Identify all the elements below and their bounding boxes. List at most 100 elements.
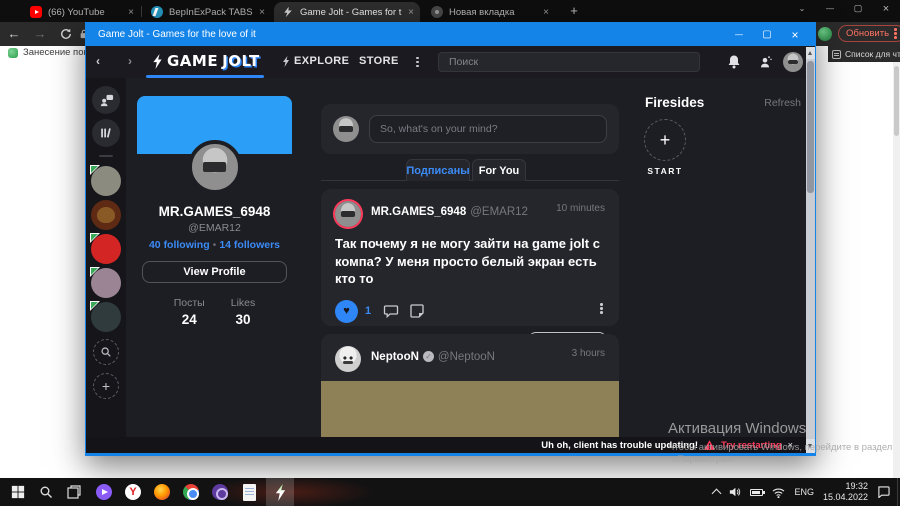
browser-tab-gamejolt[interactable]: Game Jolt - Games for the love o × <box>274 2 420 22</box>
like-button[interactable]: ♥ <box>335 299 358 323</box>
taskbar-clock[interactable]: 19:32 15.04.2022 <box>823 481 868 503</box>
feed-post: MR.GAMES_6948 @EMAR12 10 minutes Так поче… <box>321 189 619 354</box>
browser-minimize-button[interactable]: — <box>816 4 844 13</box>
tab-close-icon[interactable]: × <box>259 7 265 18</box>
taskbar-app-button[interactable] <box>206 478 234 506</box>
gj-close-button[interactable]: × <box>781 28 809 42</box>
reading-list-label: Список для чтения <box>845 49 900 59</box>
post-composer <box>321 104 619 154</box>
unread-corner-badge <box>90 165 100 175</box>
scrollbar-thumb[interactable] <box>807 61 814 193</box>
volume-icon[interactable] <box>729 486 741 498</box>
action-center-icon[interactable] <box>877 486 890 498</box>
window-scrollbar[interactable] <box>806 47 815 453</box>
app-forward-button[interactable]: › <box>128 54 132 68</box>
dot-separator: • <box>212 239 217 251</box>
post-author-avatar[interactable] <box>335 201 361 227</box>
sidebar-community-avatar[interactable] <box>90 301 121 332</box>
app-search-input[interactable] <box>438 52 700 72</box>
update-button-label: Обновить <box>846 28 890 39</box>
gamejolt-window-titlebar[interactable]: Game Jolt - Games for the love of it — ▢… <box>86 23 815 46</box>
browser-update-button[interactable]: Обновить <box>838 25 900 42</box>
try-restarting-link[interactable]: Try restarting <box>721 440 782 451</box>
sidebar-add-icon[interactable]: + <box>93 373 119 399</box>
tab-following[interactable]: Подписаны <box>406 159 470 181</box>
browser-maximize-button[interactable]: ▢ <box>844 3 872 14</box>
tab-close-icon[interactable]: × <box>543 7 549 18</box>
taskbar-gamejolt-button[interactable] <box>266 478 294 506</box>
browser-close-button[interactable]: × <box>872 3 900 15</box>
kebab-menu-icon[interactable] <box>894 27 897 41</box>
browser-window-controls: ⌄ — ▢ × <box>788 0 900 17</box>
tab-close-icon[interactable]: × <box>408 7 414 18</box>
tray-expand-icon[interactable] <box>711 488 722 499</box>
firesides-refresh-link[interactable]: Refresh <box>764 97 801 109</box>
user-avatar[interactable] <box>783 52 803 72</box>
post-kebab-menu-icon[interactable] <box>600 302 603 316</box>
sidebar-search-icon[interactable] <box>93 339 119 365</box>
taskbar-yandex-browser-button[interactable]: Y <box>119 478 147 506</box>
comment-icon[interactable] <box>383 303 399 319</box>
nav-explore[interactable]: EXPLORE <box>282 55 349 67</box>
tab-for-you[interactable]: For You <box>472 159 526 181</box>
friends-icon[interactable] <box>757 54 773 70</box>
reload-icon[interactable] <box>56 22 76 46</box>
tab-search-chevron-icon[interactable]: ⌄ <box>788 4 816 13</box>
sidebar-community-avatar[interactable] <box>90 165 121 196</box>
composer-avatar <box>333 116 359 142</box>
nav-store[interactable]: STORE <box>359 55 399 67</box>
forward-button[interactable]: → <box>30 22 50 46</box>
post-image[interactable] <box>321 381 619 438</box>
taskbar-chrome-button[interactable] <box>177 478 205 506</box>
tab-title: (66) YouTube <box>48 6 105 18</box>
sidebar-library-icon[interactable] <box>92 119 120 147</box>
scroll-up-arrow[interactable] <box>806 47 815 59</box>
sticker-icon[interactable] <box>409 303 425 319</box>
notifications-bell-icon[interactable] <box>726 54 742 70</box>
sidebar-community-avatar[interactable] <box>90 233 121 264</box>
browser-tab-youtube[interactable]: (66) YouTube × <box>22 2 140 22</box>
composer-input[interactable] <box>369 115 607 143</box>
start-fireside-button[interactable]: + <box>644 119 686 161</box>
browser-tab-thunderstore[interactable]: BepInExPack TABS | Thunderstor × <box>143 2 271 22</box>
network-icon[interactable] <box>772 487 785 498</box>
windows-logo-icon <box>11 485 25 499</box>
start-button[interactable] <box>4 478 32 506</box>
task-view-button[interactable] <box>60 478 88 506</box>
following-count-link[interactable]: 40 following <box>149 239 210 251</box>
logo-text-game: GAME <box>167 52 219 70</box>
sidebar-chat-icon[interactable] <box>92 86 120 114</box>
browser-tab-new[interactable]: Новая вкладка × <box>423 2 555 22</box>
notification-close-icon[interactable]: × <box>788 440 793 450</box>
post-text: Так почему я не могу зайти на game jolt … <box>335 236 600 287</box>
taskbar-search-button[interactable] <box>32 478 60 506</box>
gj-minimize-button[interactable]: — <box>725 30 753 39</box>
battery-icon[interactable] <box>750 488 766 496</box>
post-author-avatar[interactable] <box>335 346 361 372</box>
app-back-button[interactable]: ‹ <box>96 54 100 68</box>
post-author-name[interactable]: NeptooN <box>371 351 419 363</box>
client-update-notification: Uh oh, client has trouble updating! Try … <box>86 437 815 453</box>
followers-count-link[interactable]: 14 followers <box>219 239 280 251</box>
page-scrollbar[interactable] <box>893 62 900 478</box>
profile-avatar[interactable] <box>187 140 242 194</box>
sidebar-community-avatar[interactable] <box>90 267 121 298</box>
back-button[interactable]: ← <box>4 22 24 46</box>
gamejolt-logo[interactable]: GAME JOLT <box>152 52 260 70</box>
taskbar-document-button[interactable] <box>235 478 263 506</box>
reading-list-button[interactable]: Список для чтения <box>828 46 900 62</box>
heart-icon: ♥ <box>343 305 350 318</box>
taskbar-firefox-button[interactable] <box>148 478 176 506</box>
post-author-name[interactable]: MR.GAMES_6948 <box>371 206 466 218</box>
language-indicator[interactable]: ENG <box>794 487 814 497</box>
scroll-down-arrow[interactable] <box>806 439 815 453</box>
taskbar-alice-button[interactable] <box>90 478 118 506</box>
header-kebab-menu-icon[interactable] <box>416 55 419 69</box>
view-profile-button[interactable]: View Profile <box>142 261 287 283</box>
sidebar-community-avatar[interactable] <box>91 200 121 230</box>
extension-icon[interactable] <box>818 27 832 41</box>
gamejolt-app-header: ‹ › GAME JOLT EXPLORE STORE <box>86 46 815 78</box>
new-tab-button[interactable]: + <box>565 3 583 19</box>
gj-maximize-button[interactable]: ▢ <box>753 29 781 40</box>
tab-close-icon[interactable]: × <box>128 7 134 18</box>
